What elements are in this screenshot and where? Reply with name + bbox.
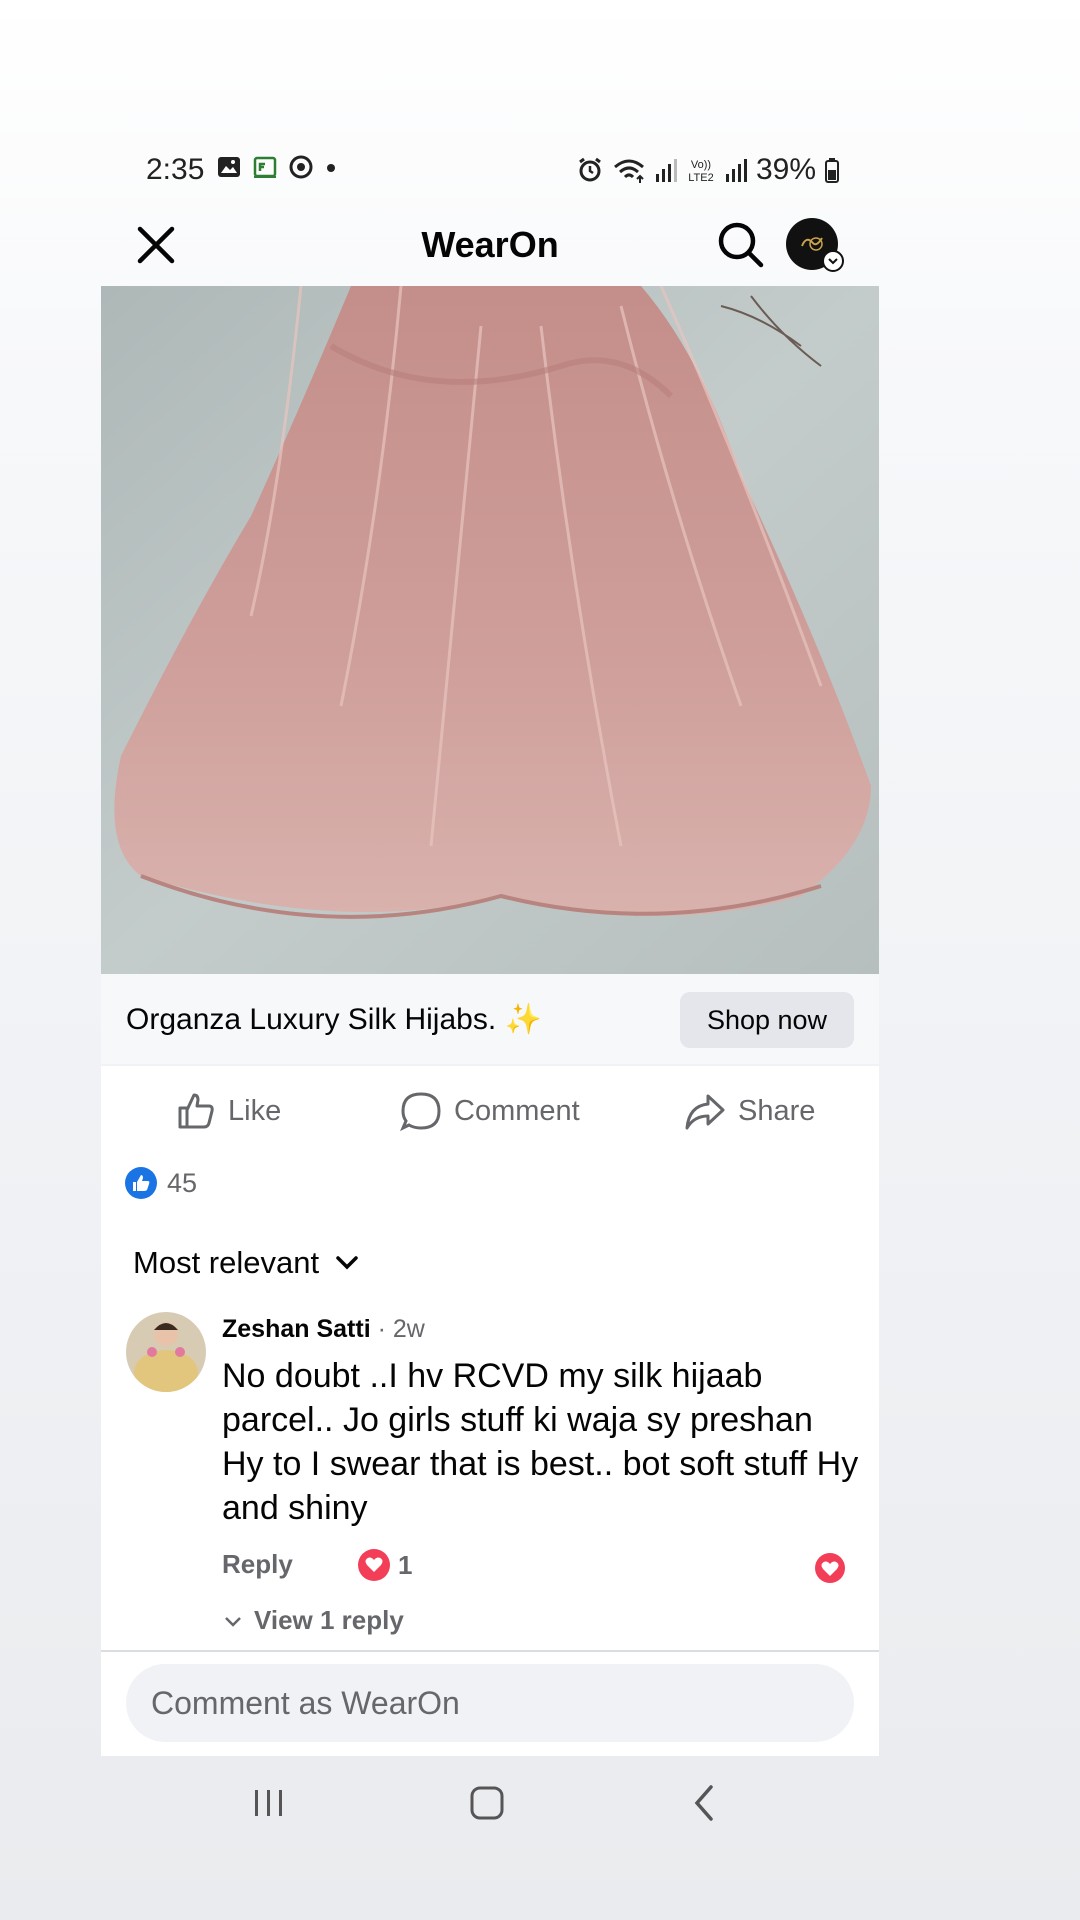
comment-text: No doubt ..I hv RCVD my silk hijaab parc… [222,1357,859,1527]
view-replies-label: View 1 reply [254,1605,404,1635]
app-header: WearOn [100,205,880,285]
comment-author[interactable]: Zeshan Satti [222,1315,371,1343]
silk-hijab-photo [101,286,879,974]
share-arrow-icon [685,1094,725,1130]
chrome-icon [289,155,313,179]
comment-time: · 2w [377,1315,425,1343]
reply-button[interactable]: Reply [222,1549,293,1580]
share-label: Share [738,1094,816,1127]
commenter-avatar[interactable] [126,1312,206,1392]
wifi-icon [613,159,644,183]
comment-button[interactable]: Comment [400,1086,580,1136]
avatar-photo [126,1312,206,1392]
like-reaction-icon [125,1167,157,1199]
app-notification-icon [253,156,277,178]
shop-now-button[interactable]: Shop now [680,992,854,1048]
chevron-down-icon [336,1256,358,1270]
like-button[interactable]: Like [176,1086,281,1136]
gallery-icon [218,157,240,177]
comment-label: Comment [454,1094,580,1127]
sort-label: Most relevant [133,1245,320,1280]
search-button[interactable] [715,219,767,271]
status-system-icons: Vo)) LTE2 39% [576,150,840,190]
status-notification-icons [216,154,338,180]
like-count: 45 [167,1167,198,1198]
back-button[interactable] [675,1778,735,1828]
comment-author-line: Zeshan Satti · 2w [222,1312,425,1346]
share-button[interactable]: Share [684,1086,815,1136]
system-nav-bar [101,1756,879,1852]
status-time: 2:35 [146,153,205,186]
home-icon [470,1786,504,1820]
ad-caption: Organza Luxury Silk Hijabs. ✨ [126,1003,542,1036]
alarm-icon [579,157,601,182]
comment-reactions[interactable]: 1 [358,1549,412,1581]
reaction-summary[interactable]: 45 [125,1167,197,1199]
ad-caption-row: Organza Luxury Silk Hijabs. ✨ Shop now [101,974,879,1064]
love-reaction-icon [358,1549,390,1581]
ad-product-image[interactable] [101,286,879,974]
more-notifications-dot-icon [327,164,335,172]
chevron-down-icon [225,1616,241,1627]
back-icon [694,1785,713,1821]
svg-text:Vo)): Vo)) [691,159,711,171]
home-button[interactable] [457,1778,517,1828]
view-replies-button[interactable]: View 1 reply [222,1605,404,1636]
comment-reaction-count: 1 [398,1549,413,1580]
signal-2-icon [725,159,747,182]
volte-icon: Vo))LTE2 [688,159,713,184]
status-bar: 2:35 Vo)) LTE2 39% [100,150,840,190]
svg-text:LTE2: LTE2 [688,172,713,184]
chevron-down-icon [828,258,838,265]
comment-sort-dropdown[interactable]: Most relevant [133,1245,361,1281]
comment-bubble-icon [400,1092,441,1132]
search-icon [718,222,764,268]
signal-icon [655,159,677,182]
battery-percent: 39% [755,153,816,186]
like-label: Like [228,1094,282,1127]
battery-icon [825,158,839,183]
comment-input[interactable] [126,1664,854,1742]
account-switcher-chevron[interactable] [822,250,844,272]
love-react-button[interactable] [815,1553,845,1583]
recent-apps-icon [255,1790,282,1816]
recent-apps-button[interactable] [239,1778,299,1828]
divider [101,1650,879,1652]
thumbs-up-icon [178,1093,214,1129]
